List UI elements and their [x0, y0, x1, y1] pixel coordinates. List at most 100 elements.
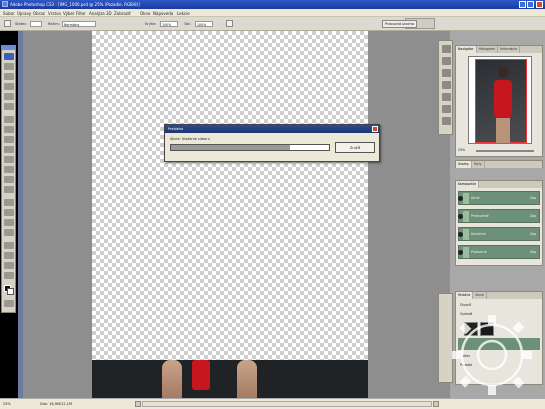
- notes-tool-icon[interactable]: [4, 242, 14, 249]
- menu-item-layer[interactable]: Vrstva: [48, 11, 61, 16]
- mode-value: Normálny: [64, 23, 80, 27]
- photo-leg-left: [162, 360, 182, 398]
- quick-select-tool-icon[interactable]: [4, 83, 14, 90]
- marquee-tool-icon[interactable]: [4, 63, 14, 70]
- menu-bar: Súbor Úpravy Obraz Vrstva Výber Filter A…: [0, 9, 545, 17]
- photo-figure-legs: [496, 118, 510, 143]
- scroll-right-icon[interactable]: [433, 401, 439, 407]
- hand-tool-icon[interactable]: [4, 262, 14, 269]
- crop-tool-icon[interactable]: [4, 93, 14, 100]
- clone-source-panel-icon[interactable]: [442, 57, 451, 65]
- tool-presets-panel-icon[interactable]: [442, 69, 451, 77]
- row-name: Produkcia: [471, 250, 487, 254]
- tab-swatches[interactable]: Vzorky: [456, 161, 472, 168]
- tab-info[interactable]: Informácie: [498, 46, 521, 53]
- navigator-zoom-row: 25%: [458, 148, 540, 154]
- minimize-icon[interactable]: [519, 1, 526, 8]
- path-select-tool-icon[interactable]: [4, 219, 14, 226]
- menu-item-image[interactable]: Obraz: [33, 11, 45, 16]
- blur-tool-icon[interactable]: [4, 176, 14, 183]
- toolbox: [1, 45, 16, 313]
- menu-item-select[interactable]: Výber: [63, 11, 75, 16]
- cancel-button[interactable]: Zrušiť: [335, 142, 375, 153]
- menu-item-3d[interactable]: 3D: [106, 11, 112, 16]
- status-doc-info[interactable]: Dok: 16,9M/12,1M: [40, 402, 72, 406]
- photo-leg-right: [237, 360, 257, 398]
- history-brush-tool-icon[interactable]: [4, 146, 14, 153]
- move-tool-icon[interactable]: [4, 53, 14, 60]
- healing-tool-icon[interactable]: [4, 116, 14, 123]
- navigator-zoom-slider[interactable]: [476, 150, 534, 152]
- background-color-swatch[interactable]: [7, 288, 14, 295]
- eyedropper-tool-icon[interactable]: [4, 252, 14, 259]
- mode-select[interactable]: Normálny: [62, 21, 96, 27]
- photo-figure-head: [498, 66, 508, 78]
- status-bar: 25% Dok: 16,9M/12,1M: [0, 398, 545, 409]
- options-bar: Štetec: Režim: Normálny Krytie: 100% Tok…: [0, 17, 545, 31]
- tab-histogram[interactable]: Histogram: [477, 46, 499, 53]
- photo-red-ribbon: [192, 360, 210, 390]
- status-zoom[interactable]: 25%: [3, 402, 11, 406]
- actions-panel-icon[interactable]: [442, 105, 451, 113]
- brush-tool-icon[interactable]: [4, 20, 11, 27]
- menu-item-help[interactable]: Nápoveda: [153, 11, 173, 16]
- menu-item-filter[interactable]: Filter: [76, 11, 86, 16]
- tab-history[interactable]: História: [456, 292, 474, 299]
- shape-tool-icon[interactable]: [4, 229, 14, 236]
- menu-item-window[interactable]: Okno: [140, 11, 150, 16]
- tab-navigator[interactable]: Navigátor: [456, 46, 477, 53]
- flow-field[interactable]: 100%: [195, 21, 213, 27]
- menu-item-analysis[interactable]: Analýza: [89, 11, 105, 16]
- quick-mask-icon[interactable]: [4, 300, 14, 307]
- lasso-tool-icon[interactable]: [4, 73, 14, 80]
- brush-tool-icon-2[interactable]: [4, 126, 14, 133]
- toolbox-grip[interactable]: [2, 46, 15, 50]
- menu-item-view[interactable]: Zobraziť: [114, 11, 131, 16]
- list-item[interactable]: Produkcia Zap: [458, 245, 540, 259]
- stamp-tool-icon[interactable]: [4, 136, 14, 143]
- brushes-panel-icon[interactable]: [442, 45, 451, 53]
- close-icon[interactable]: [536, 1, 543, 8]
- info-panel-icon[interactable]: [442, 117, 451, 125]
- character-panel-icon[interactable]: [442, 81, 451, 89]
- menu-item-file[interactable]: Súbor: [3, 11, 15, 16]
- paragraph-panel-icon[interactable]: [442, 93, 451, 101]
- photoshop-logo-icon: [2, 1, 8, 7]
- tab-layer-comps[interactable]: Kompozície: [456, 181, 480, 188]
- slice-tool-icon[interactable]: [4, 103, 14, 110]
- airbrush-icon[interactable]: [226, 20, 233, 27]
- tab-styles[interactable]: Štýly: [472, 161, 485, 168]
- gear-watermark-icon: [452, 315, 532, 395]
- opacity-label: Krytie:: [145, 22, 157, 26]
- progress-bar: [170, 144, 330, 151]
- menu-item-lessons[interactable]: Lekcie: [177, 11, 190, 16]
- navigator-zoom-value[interactable]: 25%: [458, 148, 465, 152]
- title-bar: Adobe Photoshop CS3 - [IMG_1000.psd @ 25…: [0, 0, 545, 9]
- dialog-close-icon[interactable]: [372, 126, 378, 132]
- row-thumb: [463, 193, 469, 204]
- eraser-tool-icon[interactable]: [4, 156, 14, 163]
- list-item[interactable]: Predvolené Zap: [458, 209, 540, 223]
- list-item[interactable]: Kreslenie Zap: [458, 227, 540, 241]
- type-tool-icon[interactable]: [4, 209, 14, 216]
- brush-size-picker[interactable]: [30, 21, 42, 27]
- horizontal-scrollbar[interactable]: [142, 401, 432, 407]
- row-name: Predvolené: [471, 214, 489, 218]
- navigator-view-box[interactable]: [475, 59, 527, 143]
- opacity-field[interactable]: 100%: [160, 21, 178, 27]
- menu-item-edit[interactable]: Úpravy: [17, 11, 31, 16]
- scroll-left-icon[interactable]: [135, 401, 141, 407]
- list-item[interactable]: Akcie Zap: [458, 191, 540, 205]
- pen-tool-icon[interactable]: [4, 199, 14, 206]
- gradient-tool-icon[interactable]: [4, 166, 14, 173]
- workspace-button-label: Pracovná plocha: [385, 22, 414, 26]
- navigator-preview[interactable]: [468, 56, 532, 144]
- workspace-button[interactable]: Pracovná plocha: [382, 20, 417, 28]
- dodge-tool-icon[interactable]: [4, 186, 14, 193]
- maximize-icon[interactable]: [527, 1, 534, 8]
- zoom-tool-icon[interactable]: [4, 272, 14, 279]
- photo-figure-dress: [494, 80, 512, 120]
- brush-label: Štetec:: [15, 22, 28, 26]
- document-canvas[interactable]: [92, 31, 368, 360]
- tab-actions[interactable]: Akcie: [473, 292, 487, 299]
